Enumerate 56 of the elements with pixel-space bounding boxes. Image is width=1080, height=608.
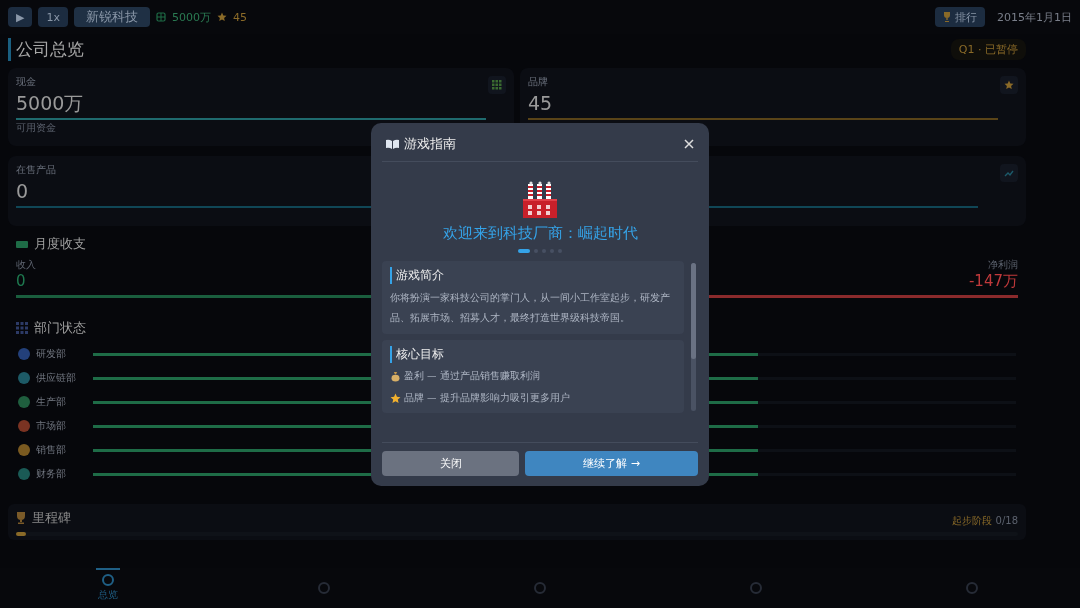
trophy-icon <box>943 12 951 22</box>
welcome-heading: 欢迎来到科技厂商：崛起时代 <box>442 224 638 243</box>
grid-icon <box>492 80 502 90</box>
milestone-count: 0/18 <box>995 514 1018 526</box>
section-title: 公司总览 <box>8 37 84 61</box>
department-name: 研发部 <box>35 347 67 361</box>
profit-label: 净利润 <box>988 258 1018 272</box>
close-button[interactable]: 关闭 <box>382 451 520 476</box>
scrollbar[interactable] <box>691 263 696 411</box>
department-name: 财务部 <box>35 467 67 481</box>
money-icon <box>16 239 28 249</box>
continue-button[interactable]: 继续了解 → <box>525 451 698 476</box>
cash-amount: 5000万 <box>172 9 211 25</box>
chart-line-icon <box>1004 168 1014 178</box>
game-date: 2015年1月1日 <box>997 9 1072 25</box>
nav-tab[interactable]: 总览 <box>0 568 216 608</box>
ranking-button[interactable]: 排行 <box>935 7 985 27</box>
trophy-icon <box>16 512 26 524</box>
star-icon <box>1004 80 1014 90</box>
department-name: 市场部 <box>35 419 67 433</box>
speed-button[interactable]: 1x <box>38 7 68 27</box>
section-title: 月度收支 <box>34 235 86 253</box>
star-count: 45 <box>233 10 247 24</box>
dialog-title: 游戏指南 <box>404 135 456 153</box>
stat-label: 在售产品 <box>16 164 56 176</box>
company-name-button[interactable]: 新锐科技 <box>74 7 150 27</box>
section-text: 你将扮演一家科技公司的掌门人，从一间小工作室起步，研发产品、拓展市场、招募人才，最终打造世界级科技帝国。 <box>390 291 671 325</box>
department-name: 生产部 <box>35 395 67 409</box>
goal-text: 品牌 — 提升品牌影响力吸引更多用户 <box>404 391 570 405</box>
cash-icon <box>156 12 166 22</box>
star-icon <box>390 392 401 404</box>
milestone-stage: 起步阶段 <box>951 514 992 526</box>
stat-label: 现金 <box>16 76 36 88</box>
profit-value: -147万 <box>968 272 1018 291</box>
section-heading: 游戏简介 <box>390 267 444 284</box>
stat-caption: 可用资金 <box>16 122 56 134</box>
milestone-title: 里程碑 <box>32 509 71 527</box>
section-heading: 核心目标 <box>390 346 444 363</box>
income-value: 0 <box>16 272 26 290</box>
department-name: 供应链部 <box>35 371 77 385</box>
money-bag-icon <box>390 370 401 382</box>
status-badge: Q1 · 已暂停 <box>950 38 1026 60</box>
star-icon <box>217 12 227 22</box>
income-label: 收入 <box>16 258 36 272</box>
stat-value: 45 <box>528 92 553 114</box>
goal-text: 盈利 — 通过产品销售赚取利润 <box>404 369 540 383</box>
factory-icon <box>522 180 558 218</box>
play-button[interactable]: ▶ <box>8 7 33 27</box>
close-icon[interactable] <box>684 139 694 149</box>
stat-value: 0 <box>16 180 29 202</box>
department-name: 销售部 <box>35 443 67 457</box>
stat-value: 5000万 <box>16 92 84 114</box>
book-icon <box>386 139 399 149</box>
stat-label: 品牌 <box>528 76 548 88</box>
grid-icon <box>16 322 28 334</box>
section-title: 部门状态 <box>34 319 86 337</box>
